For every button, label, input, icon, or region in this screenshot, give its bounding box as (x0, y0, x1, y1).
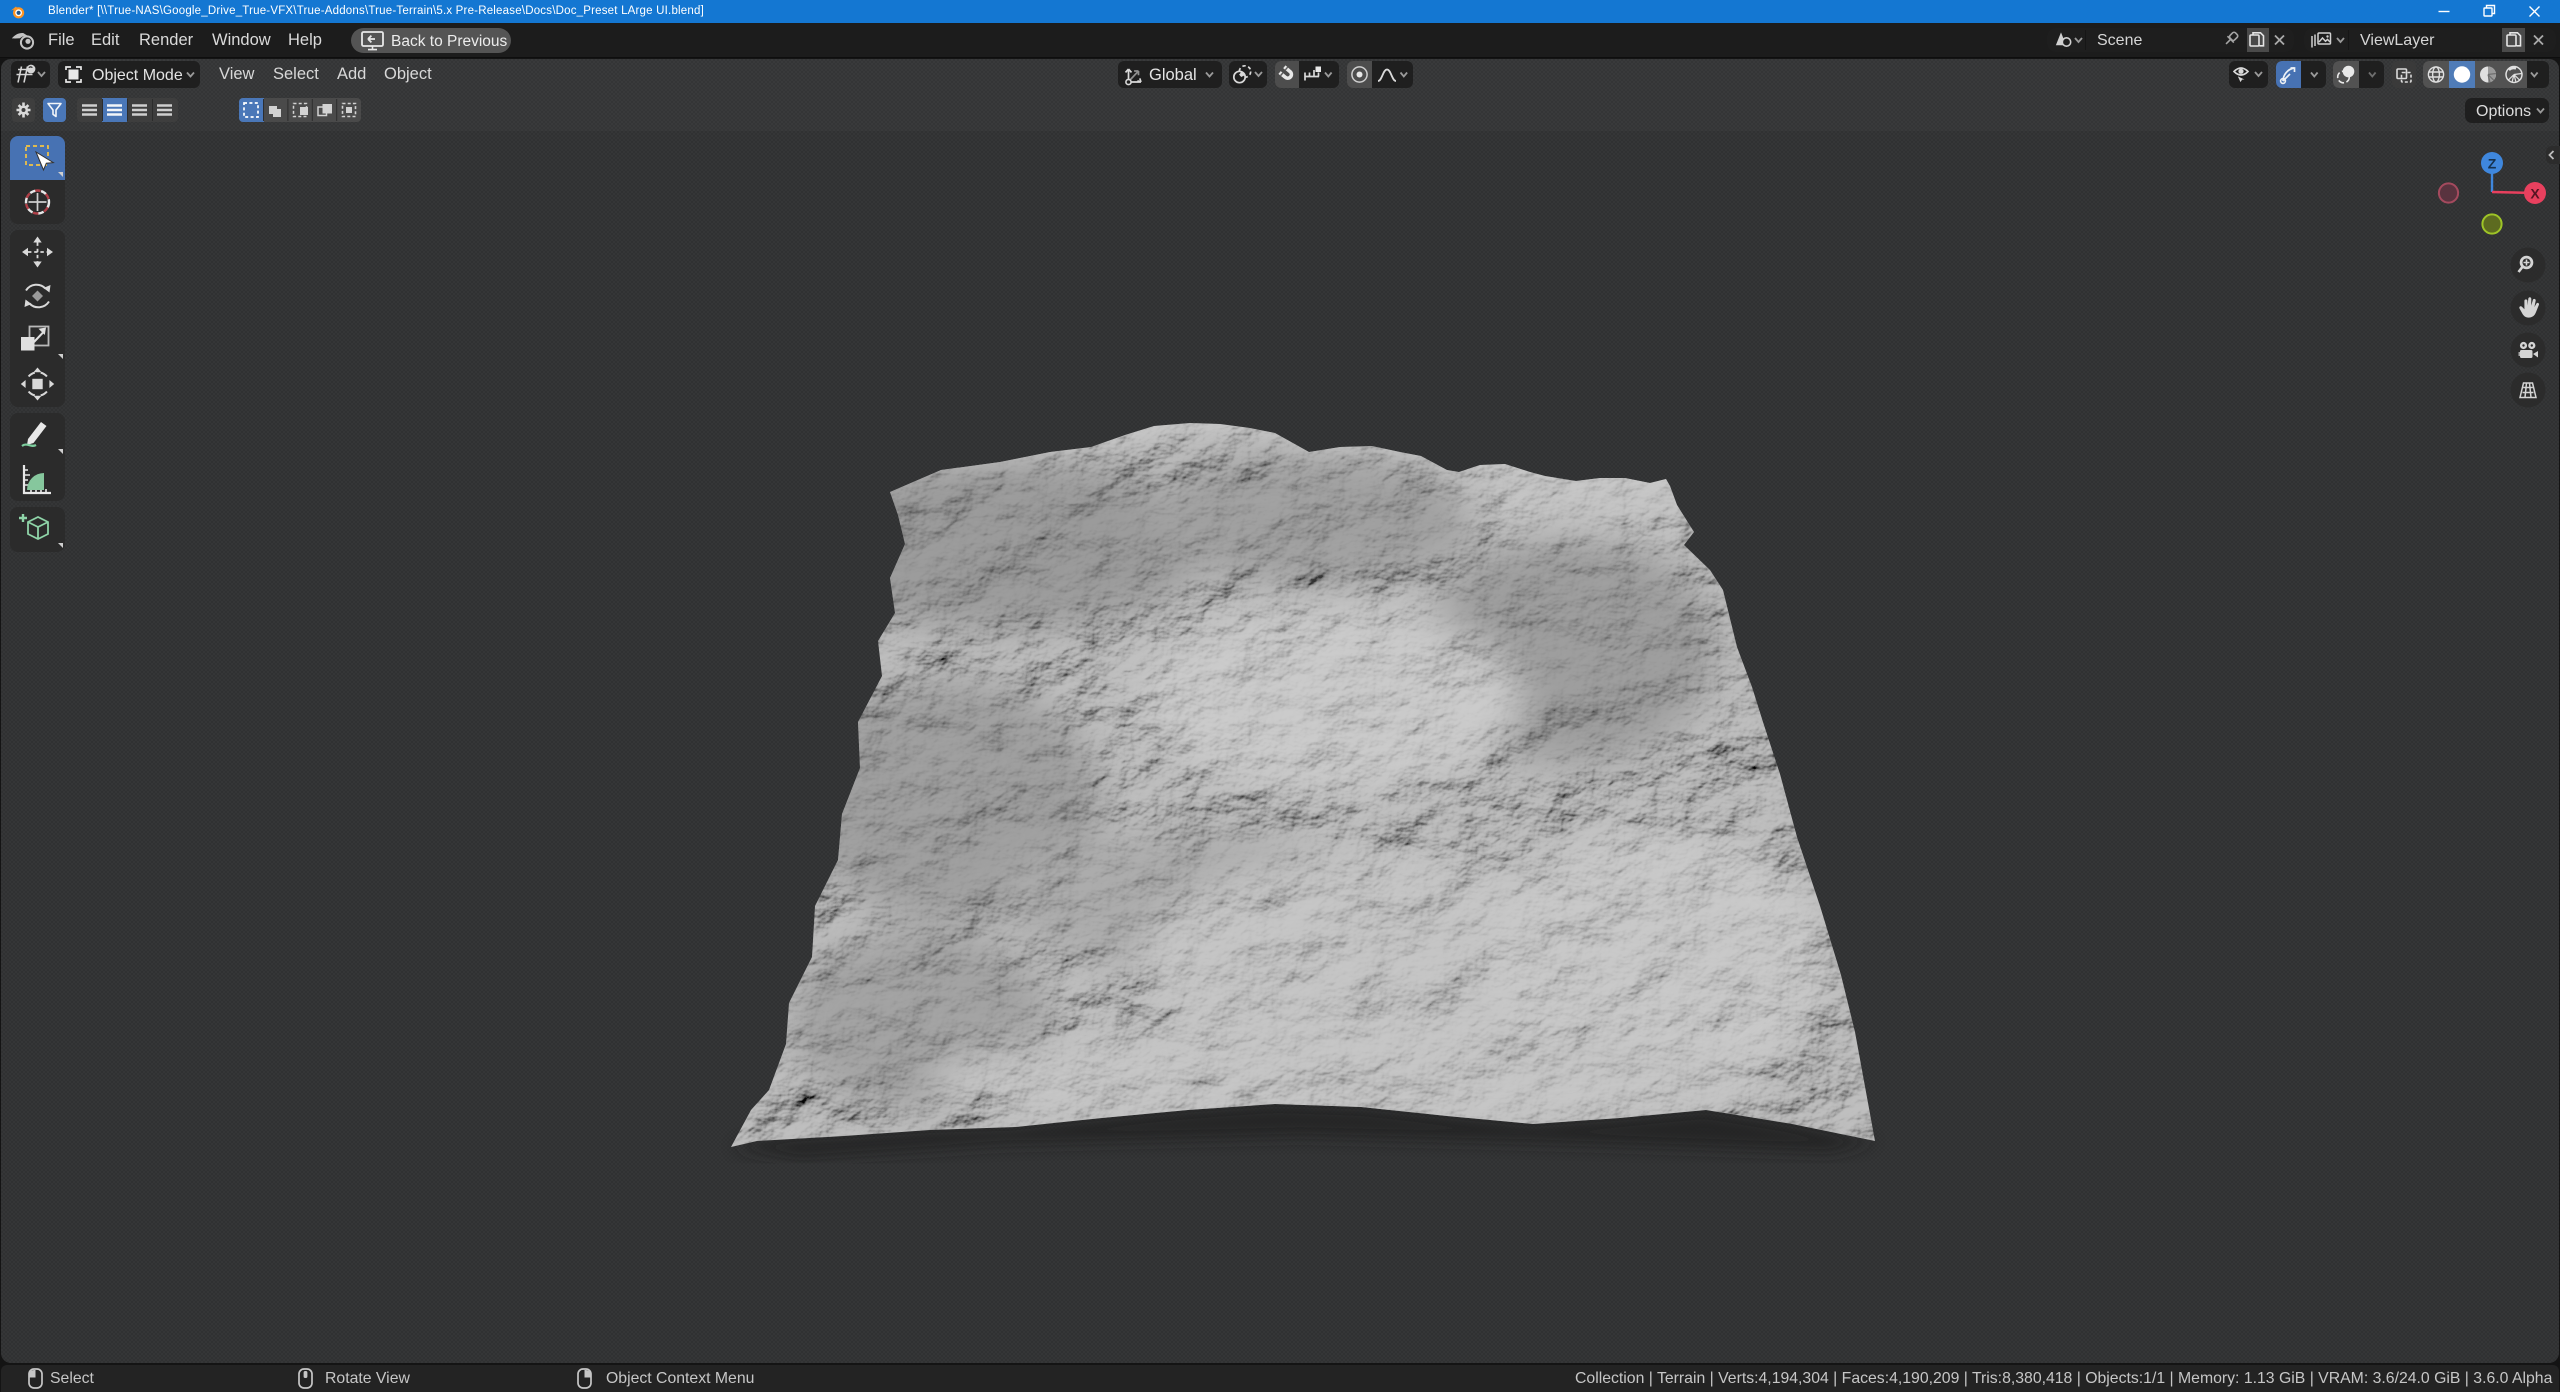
svg-text:ViewLayer: ViewLayer (2360, 32, 2435, 49)
svg-text:Global: Global (1149, 66, 1197, 84)
svg-text:Scene: Scene (2097, 32, 2142, 49)
svg-text:X: X (2530, 186, 2540, 202)
svg-text:Object Mode: Object Mode (92, 67, 183, 84)
svg-text:Z: Z (2488, 156, 2497, 172)
